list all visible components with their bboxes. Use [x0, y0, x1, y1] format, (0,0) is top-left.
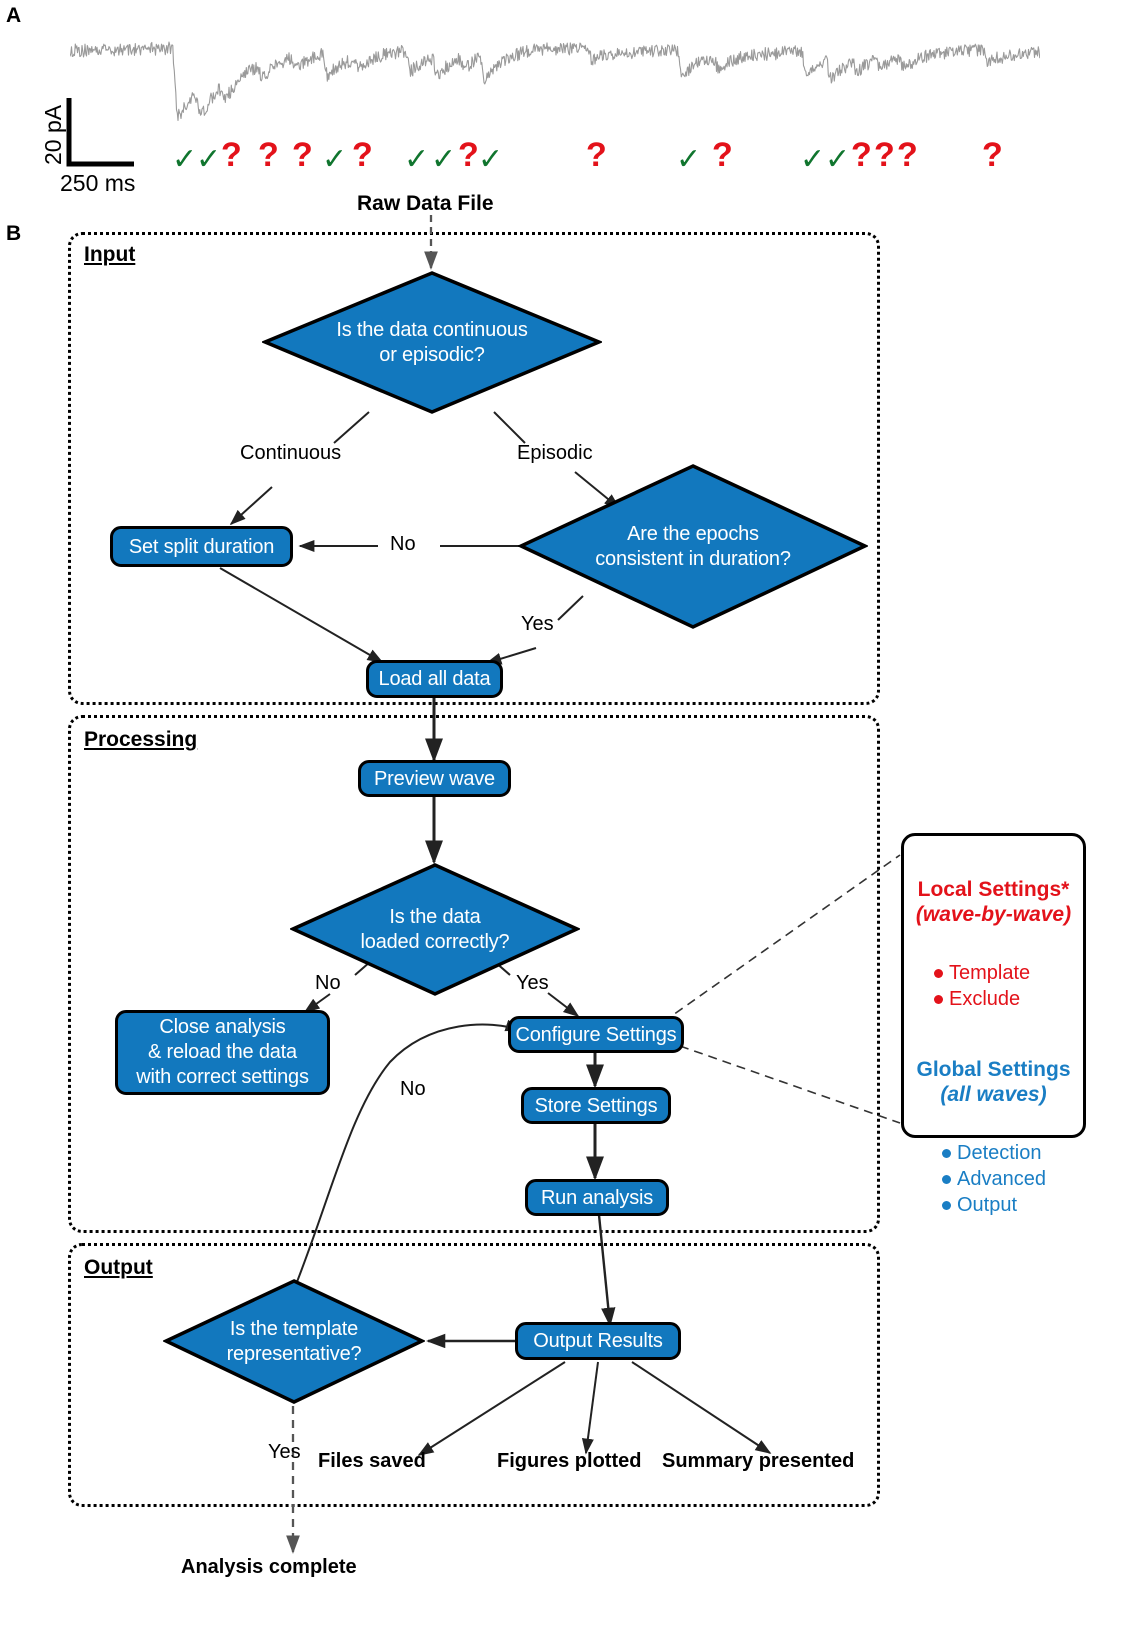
decision-epochs-consistent[interactable]: Are the epochs consistent in duration?: [518, 463, 868, 630]
event-marker-question-icon: ?: [352, 136, 373, 174]
node-preview-wave[interactable]: Preview wave: [358, 760, 511, 797]
node-close-analysis-reload[interactable]: Close analysis & reload the data with co…: [115, 1010, 330, 1095]
bullet-icon: [934, 968, 943, 978]
legend-item-output: Output: [942, 1192, 1083, 1218]
legend-item-template: Template: [934, 960, 1083, 986]
legend-local-items: Template Exclude: [904, 960, 1083, 1012]
node-output-results[interactable]: Output Results: [515, 1322, 681, 1360]
bullet-icon: [942, 1174, 951, 1184]
entry-node-raw-data-file: Raw Data File: [357, 192, 494, 215]
bullet-icon: [942, 1148, 951, 1158]
node-close-analysis-reload-label: Close analysis & reload the data with co…: [136, 1016, 309, 1088]
terminal-files-saved: Files saved: [318, 1450, 426, 1472]
legend-global-title: Global Settings: [916, 1058, 1071, 1081]
event-marker-question-icon: ?: [221, 136, 242, 174]
legend-item-detection-label: Detection: [957, 1142, 1042, 1164]
decision-continuous-or-episodic[interactable]: Is the data continuous or episodic?: [262, 270, 602, 415]
legend-item-exclude: Exclude: [934, 986, 1083, 1012]
legend-local-title: Local Settings*: [917, 878, 1070, 901]
section-title-input: Input: [84, 243, 136, 266]
scale-bar-x-label: 250 ms: [60, 170, 136, 196]
section-title-output: Output: [84, 1256, 153, 1279]
node-set-split-duration[interactable]: Set split duration: [110, 526, 293, 567]
event-marker-question-icon: ?: [897, 136, 918, 174]
node-configure-settings-label: Configure Settings: [515, 1023, 677, 1046]
node-run-analysis-label: Run analysis: [540, 1186, 654, 1209]
decision-template-representative[interactable]: Is the template representative?: [163, 1278, 425, 1405]
event-marker-question-icon: ?: [982, 136, 1003, 174]
event-marker-question-icon: ?: [258, 136, 279, 174]
panel-label-a: A: [6, 4, 22, 27]
node-set-split-duration-label: Set split duration: [128, 535, 275, 558]
event-marker-check-icon: ✓: [172, 142, 198, 177]
edge-label-episodic: Episodic: [517, 442, 593, 464]
event-marker-question-icon: ?: [712, 136, 733, 174]
legend-global-items: Detection Advanced Output: [904, 1140, 1083, 1218]
event-marker-check-icon: ✓: [404, 142, 430, 177]
node-store-settings[interactable]: Store Settings: [521, 1087, 671, 1124]
event-marker-check-icon: ✓: [478, 142, 504, 177]
event-marker-question-icon: ?: [874, 136, 895, 174]
edge-label-loaded-yes: Yes: [516, 972, 549, 994]
node-store-settings-label: Store Settings: [534, 1094, 658, 1117]
edge-label-epochs-no: No: [386, 533, 420, 556]
legend-item-advanced-label: Advanced: [957, 1168, 1046, 1190]
event-marker-check-icon: ✓: [431, 142, 457, 177]
legend-item-detection: Detection: [942, 1140, 1083, 1166]
settings-legend-box: Local Settings* (wave-by-wave) Template …: [901, 833, 1086, 1216]
node-load-all-data-label: Load all data: [378, 668, 491, 690]
event-marker-question-icon: ?: [851, 136, 872, 174]
event-marker-check-icon: ✓: [322, 142, 348, 177]
panel-label-b: B: [6, 222, 22, 245]
event-marker-check-icon: ✓: [800, 142, 826, 177]
scale-bar-y-label: 20 pA: [40, 104, 66, 165]
edge-label-continuous: Continuous: [240, 442, 342, 464]
event-marker-check-icon: ✓: [825, 142, 851, 177]
section-title-processing: Processing: [84, 728, 198, 751]
event-marker-check-icon: ✓: [676, 142, 702, 177]
edge-label-template-no: No: [400, 1078, 426, 1100]
legend-item-advanced: Advanced: [942, 1166, 1083, 1192]
node-configure-settings[interactable]: Configure Settings: [508, 1016, 684, 1053]
legend-local-heading: Local Settings* (wave-by-wave): [904, 852, 1083, 952]
figure-root: A 20 pA 250 ms ✓ ✓??? ✓? ✓ ✓? ✓? ✓? ✓ ✓???? B Ra…: [0, 0, 1147, 1637]
node-load-all-data[interactable]: Load all data: [366, 660, 503, 698]
bullet-icon: [942, 1200, 951, 1210]
event-marker-question-icon: ?: [458, 136, 479, 174]
terminal-figures-plotted: Figures plotted: [497, 1450, 642, 1472]
edge-label-loaded-no: No: [315, 972, 341, 994]
scale-bar: [66, 98, 134, 167]
node-output-results-label: Output Results: [533, 1330, 663, 1352]
legend-item-template-label: Template: [949, 962, 1031, 984]
legend-item-exclude-label: Exclude: [949, 988, 1021, 1010]
edge-label-epochs-yes: Yes: [521, 613, 554, 635]
legend-global-heading: Global Settings (all waves): [904, 1032, 1083, 1132]
terminal-summary-presented: Summary presented: [662, 1450, 855, 1472]
legend-global-subtitle: (all waves): [940, 1083, 1047, 1106]
terminal-analysis-complete: Analysis complete: [181, 1556, 357, 1578]
event-marker-question-icon: ?: [586, 136, 607, 174]
event-marker-question-icon: ?: [292, 136, 313, 174]
bullet-icon: [934, 994, 943, 1004]
event-marker-check-icon: ✓: [196, 142, 222, 177]
current-trace-plot: [70, 41, 1040, 121]
legend-item-output-label: Output: [957, 1194, 1018, 1216]
node-preview-wave-label: Preview wave: [374, 767, 495, 790]
legend-local-subtitle: (wave-by-wave): [915, 903, 1072, 926]
node-run-analysis[interactable]: Run analysis: [525, 1179, 669, 1216]
edge-label-template-yes: Yes: [268, 1441, 301, 1463]
